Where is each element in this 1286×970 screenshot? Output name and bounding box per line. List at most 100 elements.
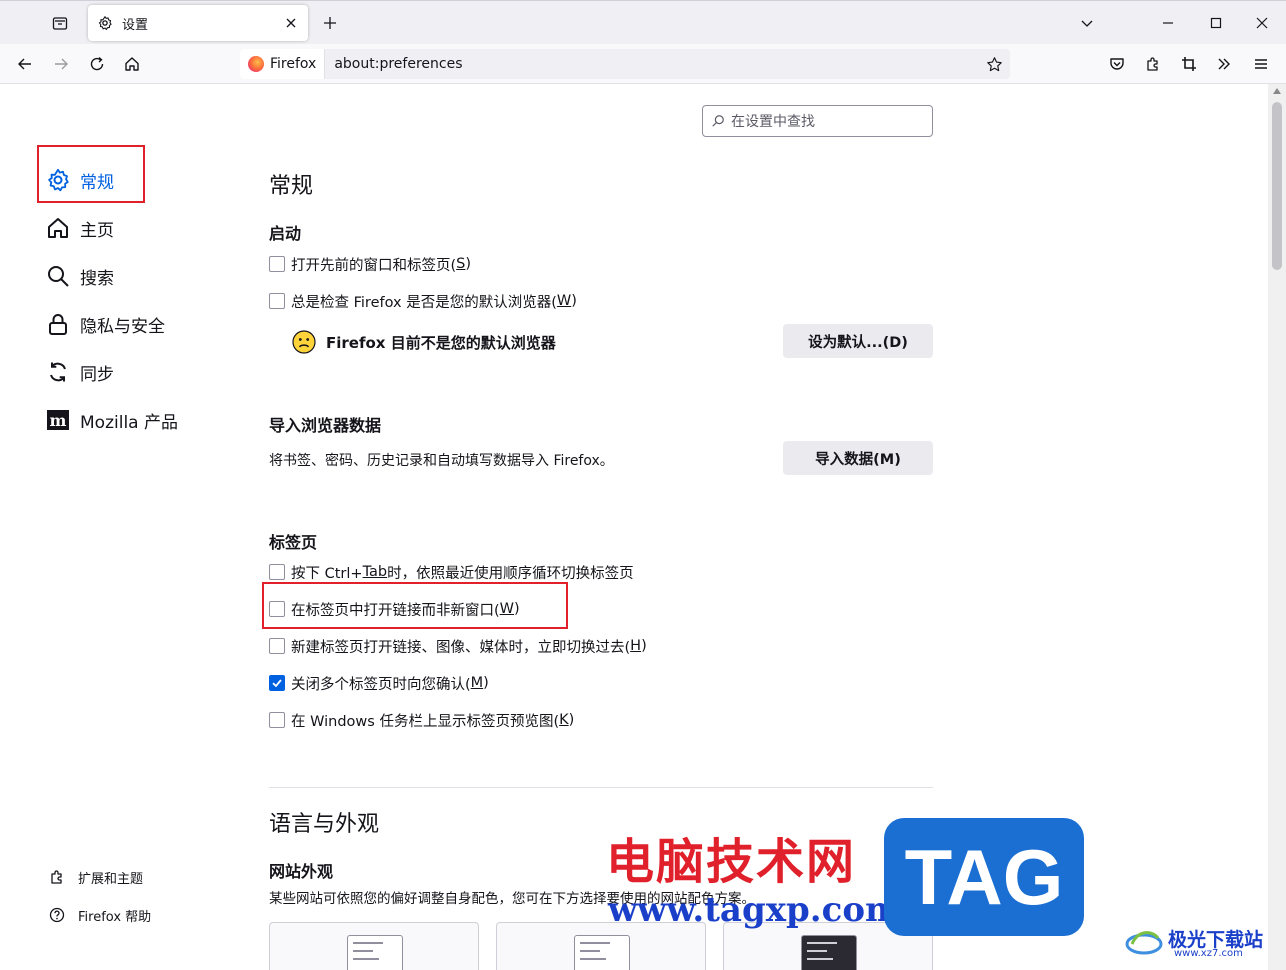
sidebar-footer-addons[interactable]: 扩展和主题 xyxy=(48,866,143,888)
section-heading-startup: 启动 xyxy=(269,224,302,243)
arrow-left-icon xyxy=(18,58,31,70)
tab-settings[interactable]: 设置 xyxy=(88,5,308,41)
overflow-button[interactable] xyxy=(1210,50,1238,78)
firefox-logo-icon xyxy=(248,56,264,72)
app-menu-button[interactable] xyxy=(1247,50,1275,78)
help-icon xyxy=(48,906,66,924)
import-data-button[interactable]: 导入数据(M) xyxy=(783,441,933,475)
reload-icon xyxy=(90,56,104,71)
close-icon[interactable] xyxy=(282,14,300,32)
tab-bar: 设置 xyxy=(0,0,1286,44)
extensions-button[interactable] xyxy=(1139,50,1167,78)
section-divider xyxy=(269,787,933,788)
import-description: 将书签、密码、历史记录和自动填写数据导入 Firefox。 xyxy=(269,453,614,469)
forward-button[interactable] xyxy=(47,50,75,78)
checkbox-warn-on-close[interactable]: 关闭多个标签页时向您确认(M) xyxy=(269,672,489,694)
chevron-double-right-icon xyxy=(1218,58,1230,70)
search-icon xyxy=(46,264,70,288)
checkbox-ctrl-tab[interactable]: 按下 Ctrl+ Tab 时，依照最近使用顺序循环切换标签页 xyxy=(269,561,634,583)
checkbox[interactable] xyxy=(269,564,285,580)
hamburger-icon xyxy=(1255,59,1267,69)
sidebar-item-search[interactable]: 搜索 xyxy=(46,261,114,291)
watermark-tag-logo: TAG xyxy=(884,818,1084,936)
section-heading-website-appearance: 网站外观 xyxy=(269,862,334,881)
url-text[interactable]: about:preferences xyxy=(334,56,980,72)
minimize-button[interactable] xyxy=(1154,9,1182,37)
gear-icon xyxy=(96,14,114,32)
scrollbar[interactable] xyxy=(1268,84,1286,970)
watermark-site-url: www.xz7.com xyxy=(1174,948,1243,959)
firefox-view-button[interactable] xyxy=(48,11,72,35)
preview-image xyxy=(801,935,857,970)
page-title: 常规 xyxy=(269,174,314,199)
section-heading-import: 导入浏览器数据 xyxy=(269,416,382,435)
new-tab-button[interactable] xyxy=(318,11,342,35)
back-button[interactable] xyxy=(11,50,39,78)
sidebar-item-sync[interactable]: 同步 xyxy=(46,357,114,387)
reload-button[interactable] xyxy=(83,50,111,78)
navigation-toolbar: Firefox about:preferences xyxy=(0,44,1286,84)
checkbox-switch-to-new-tab[interactable]: 新建标签页打开链接、图像、媒体时，立即切换过去(H) xyxy=(269,635,647,657)
maximize-icon xyxy=(1210,17,1222,29)
section-heading-tabs: 标签页 xyxy=(269,533,318,552)
puzzle-icon xyxy=(48,868,66,886)
search-input[interactable]: 在设置中查找 xyxy=(702,105,933,137)
sidebar-item-label: 主页 xyxy=(80,220,114,241)
list-all-tabs-button[interactable] xyxy=(1073,9,1101,37)
highlight-box-open-links xyxy=(262,582,568,629)
sad-face-icon xyxy=(292,330,316,354)
sidebar-item-label: Mozilla 产品 xyxy=(80,412,178,433)
sidebar-footer-help[interactable]: Firefox 帮助 xyxy=(48,904,151,926)
mozilla-icon: m xyxy=(46,408,70,432)
crop-icon xyxy=(1182,57,1196,71)
checkbox-checked[interactable] xyxy=(269,675,285,691)
watermark-site: 极光下载站 www.xz7.com xyxy=(1124,920,1263,960)
checkbox-taskbar-previews[interactable]: 在 Windows 任务栏上显示标签页预览图(K) xyxy=(269,709,574,731)
default-browser-text: Firefox 目前不是您的默认浏览器 xyxy=(326,333,556,352)
checkbox-restore-session[interactable]: 打开先前的窗口和标签页(S) xyxy=(269,253,471,275)
pocket-button[interactable] xyxy=(1103,50,1131,78)
pocket-icon xyxy=(1110,58,1124,70)
chevron-down-icon xyxy=(1081,20,1093,27)
home-button[interactable] xyxy=(118,50,146,78)
identity-box[interactable]: Firefox xyxy=(240,49,326,79)
checkbox[interactable] xyxy=(269,712,285,728)
watermark-url: www.tagxp.com xyxy=(608,890,901,930)
appearance-option-auto[interactable] xyxy=(269,922,479,970)
bookmark-star-button[interactable] xyxy=(980,50,1008,78)
highlight-box-general xyxy=(37,145,145,203)
search-icon xyxy=(711,113,727,129)
preview-image xyxy=(347,935,403,970)
arrow-right-icon xyxy=(55,58,68,70)
watermark-site-name: 极光下载站 xyxy=(1168,929,1264,951)
identity-label: Firefox xyxy=(270,56,317,72)
sidebar-item-mozilla[interactable]: m Mozilla 产品 xyxy=(46,405,178,435)
scrollbar-thumb[interactable] xyxy=(1272,102,1282,270)
search-placeholder: 在设置中查找 xyxy=(731,114,815,130)
checkbox[interactable] xyxy=(269,293,285,309)
lock-icon xyxy=(46,312,70,336)
puzzle-icon xyxy=(1147,57,1158,71)
preview-image xyxy=(574,935,630,970)
sidebar-item-home[interactable]: 主页 xyxy=(46,213,114,243)
checkbox[interactable] xyxy=(269,256,285,272)
sync-icon xyxy=(46,360,70,384)
scroll-up-arrow[interactable] xyxy=(1273,88,1281,94)
set-default-button[interactable]: 设为默认...(D) xyxy=(783,324,933,358)
firefox-view-icon xyxy=(52,17,68,30)
checkmark-icon xyxy=(272,679,282,688)
watermark-text: 电脑技术网 xyxy=(606,834,857,890)
url-bar[interactable]: Firefox about:preferences xyxy=(240,49,1010,79)
tab-title: 设置 xyxy=(122,17,149,33)
footer-label: 扩展和主题 xyxy=(78,871,144,887)
maximize-button[interactable] xyxy=(1202,9,1230,37)
checkbox[interactable] xyxy=(269,638,285,654)
home-icon xyxy=(125,57,139,71)
sidebar-item-privacy[interactable]: 隐私与安全 xyxy=(46,309,165,339)
checkbox-check-default[interactable]: 总是检查 Firefox 是否是您的默认浏览器(W) xyxy=(269,290,577,312)
close-window-button[interactable] xyxy=(1248,9,1276,37)
footer-label: Firefox 帮助 xyxy=(78,909,152,925)
close-icon xyxy=(1256,17,1268,29)
default-browser-status: Firefox 目前不是您的默认浏览器 xyxy=(292,330,556,354)
screenshot-button[interactable] xyxy=(1175,50,1203,78)
